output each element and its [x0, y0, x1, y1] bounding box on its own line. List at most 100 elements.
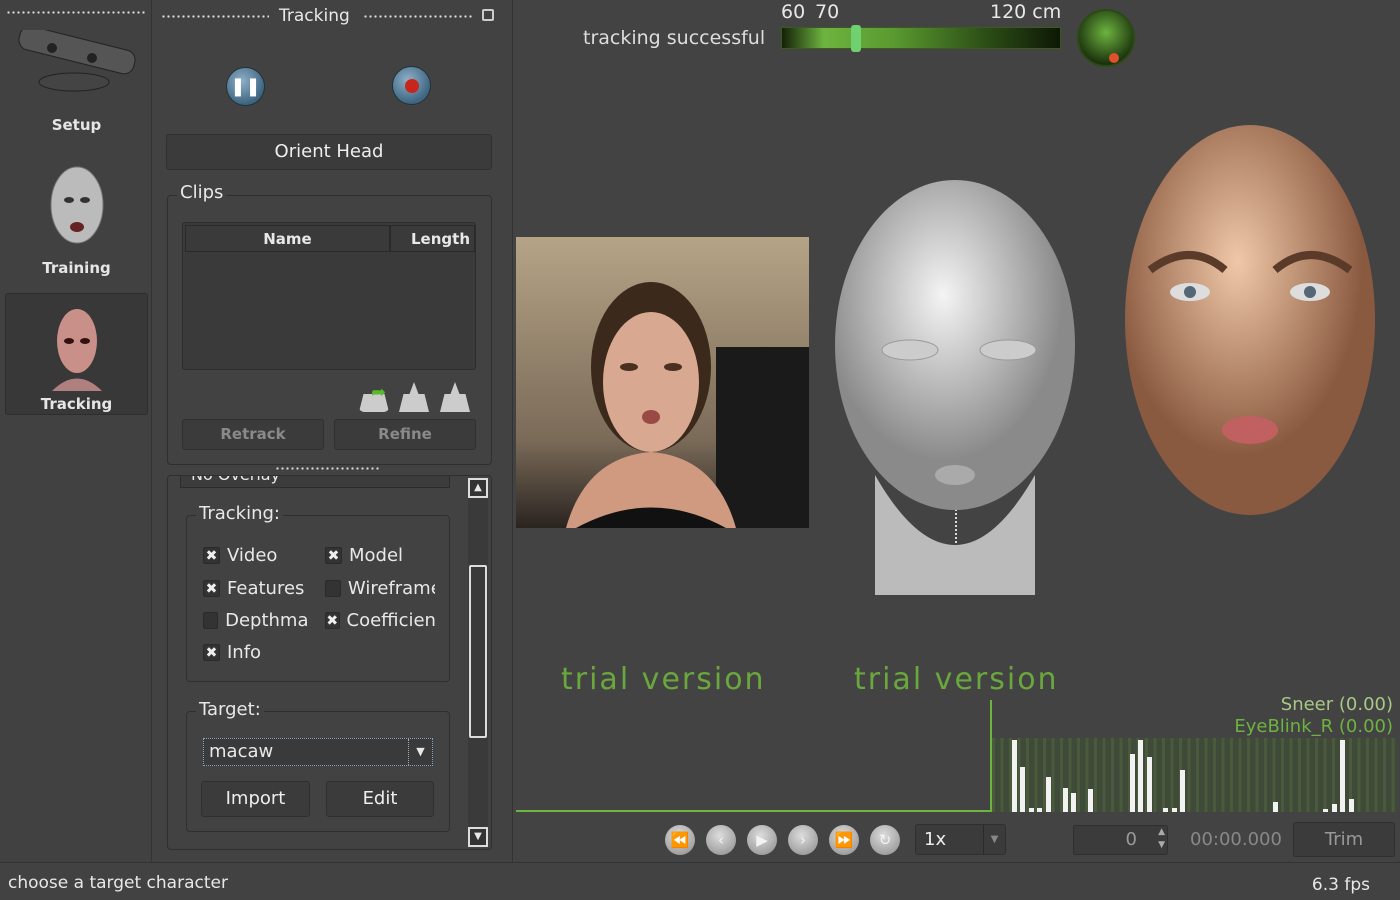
coefficient-bar [1130, 754, 1135, 812]
coefficient-bar [1163, 808, 1168, 812]
step-forward-button[interactable]: › [788, 825, 818, 855]
coefficient-bar [1071, 793, 1076, 812]
checkbox-label: Coefficients [346, 610, 435, 631]
sidebar-item-training[interactable]: Training [5, 165, 148, 280]
frame-spinbox[interactable]: 0 ▲ ▼ [1073, 825, 1168, 855]
refine-button[interactable]: Refine [334, 419, 476, 450]
coefficient-bar [1020, 767, 1025, 812]
coefficient-bar [1323, 809, 1328, 812]
record-button[interactable] [392, 66, 431, 105]
timecode: 00:00.000 [1190, 829, 1282, 850]
clips-table[interactable]: Name Length [182, 222, 476, 370]
watermark-text: trial version [561, 662, 766, 697]
checkmark-icon[interactable]: ✖ [325, 547, 342, 564]
sidebar-item-label: Tracking [40, 395, 113, 413]
drag-grip[interactable] [161, 14, 269, 20]
checkbox-label: Features [227, 578, 305, 599]
column-header-name[interactable]: Name [185, 225, 390, 252]
checkbox-info[interactable]: ✖ Info [203, 642, 308, 663]
checkbox-box[interactable] [203, 612, 219, 629]
checkbox-video[interactable]: ✖ Video [203, 545, 308, 566]
clips-label: Clips [177, 182, 227, 203]
overlay-select[interactable]: No Overlay [180, 476, 450, 488]
coefficient-bar [1046, 777, 1051, 812]
coefficient-bar [1088, 789, 1093, 812]
coefficient-bar [1273, 802, 1278, 812]
status-bar: choose a target character 6.3 fps [0, 862, 1400, 900]
scroll-thumb[interactable] [469, 565, 487, 738]
coefficient-bar [1172, 808, 1177, 812]
coefficient-bar [1147, 757, 1152, 812]
orient-head-button[interactable]: Orient Head [166, 134, 492, 170]
checkbox-wireframe[interactable]: Wireframe [325, 578, 435, 599]
sidebar-item-setup[interactable]: Setup [5, 25, 148, 140]
retrack-button[interactable]: Retrack [182, 419, 324, 450]
tracking-panel: Tracking ❚❚ Orient Head Clips Name Lengt… [153, 0, 513, 862]
scroll-down-button[interactable]: ▼ [468, 827, 488, 847]
scroll-up-button[interactable]: ▲ [468, 478, 488, 498]
pause-button[interactable]: ❚❚ [226, 67, 265, 106]
checkbox-depthmap[interactable]: Depthmap [203, 610, 308, 631]
drag-grip[interactable] [363, 14, 473, 20]
character-head-model [1125, 125, 1375, 515]
checkbox-label: Info [227, 642, 262, 663]
distance-label-70: 70 [815, 1, 840, 23]
coefficient-bar [1332, 804, 1337, 812]
coefficient-curve [516, 810, 991, 812]
mesh-head-icon [50, 166, 103, 244]
coefficient-bar [1063, 788, 1068, 812]
coefficient-bar [1012, 740, 1017, 812]
checkmark-icon[interactable]: ✖ [203, 644, 220, 661]
tracking-label: Tracking: [196, 503, 283, 524]
coefficient-bar [1180, 770, 1185, 812]
rewind-button[interactable]: ⏪ [665, 825, 695, 855]
loop-button[interactable]: ↻ [870, 825, 900, 855]
scrollbar[interactable]: ▲ ▼ [468, 478, 488, 847]
checkbox-coefficients[interactable]: ✖ Coefficients [325, 610, 435, 631]
checkbox-label: Depthmap [225, 610, 308, 631]
distance-meter [781, 25, 1061, 52]
splitter-handle[interactable] [275, 466, 380, 472]
record-icon [404, 79, 419, 93]
edit-button[interactable]: Edit [326, 781, 434, 817]
coefficient-bar [1029, 808, 1034, 812]
video-feed [516, 237, 809, 528]
neutral-head-model [835, 180, 1075, 595]
checkmark-icon[interactable]: ✖ [203, 580, 220, 597]
coefficient-bar [1037, 808, 1042, 812]
frame-value: 0 [1125, 829, 1137, 850]
distance-indicator [851, 25, 862, 52]
sidebar-item-tracking[interactable]: Tracking [5, 293, 148, 415]
coefficient-bar [1138, 740, 1143, 812]
checkmark-icon[interactable]: ✖ [203, 547, 220, 564]
tracking-status: tracking successful [583, 27, 766, 49]
alien-head-icon [51, 309, 102, 391]
chevron-down-icon: ▼ [408, 739, 432, 765]
coefficient-bars [992, 738, 1397, 812]
checkbox-features[interactable]: ✖ Features [203, 578, 308, 599]
checkbox-box[interactable] [325, 580, 341, 597]
target-value: macaw [209, 741, 274, 762]
trim-button[interactable]: Trim [1293, 822, 1395, 857]
head-position-dot [1109, 53, 1119, 63]
export-arrow-icon: ➦ [371, 382, 387, 403]
play-button[interactable]: ▶ [747, 825, 777, 855]
sidebar-item-label: Training [42, 259, 111, 277]
step-back-button[interactable]: ‹ [706, 825, 736, 855]
checkmark-icon[interactable]: ✖ [325, 612, 340, 629]
checkbox-model[interactable]: ✖ Model [325, 545, 435, 566]
target-select[interactable]: macaw ▼ [203, 738, 433, 766]
speed-select[interactable]: 1x ▼ [915, 824, 1006, 855]
coefficient-bar [1340, 740, 1345, 812]
spin-arrows-icon[interactable]: ▲ ▼ [1158, 826, 1165, 852]
viewport: tracking successful 60 70 120 cm trial v… [515, 0, 1400, 862]
distance-label-120: 120 cm [990, 1, 1062, 23]
fast-forward-button[interactable]: ⏩ [829, 825, 859, 855]
checkbox-label: Wireframe [347, 578, 435, 599]
checkbox-label: Video [227, 545, 278, 566]
float-panel-icon[interactable] [482, 9, 494, 21]
import-button[interactable]: Import [201, 781, 310, 817]
column-header-length[interactable]: Length [390, 225, 475, 252]
drag-grip[interactable] [6, 10, 146, 16]
coefficient-bar [1349, 799, 1354, 812]
